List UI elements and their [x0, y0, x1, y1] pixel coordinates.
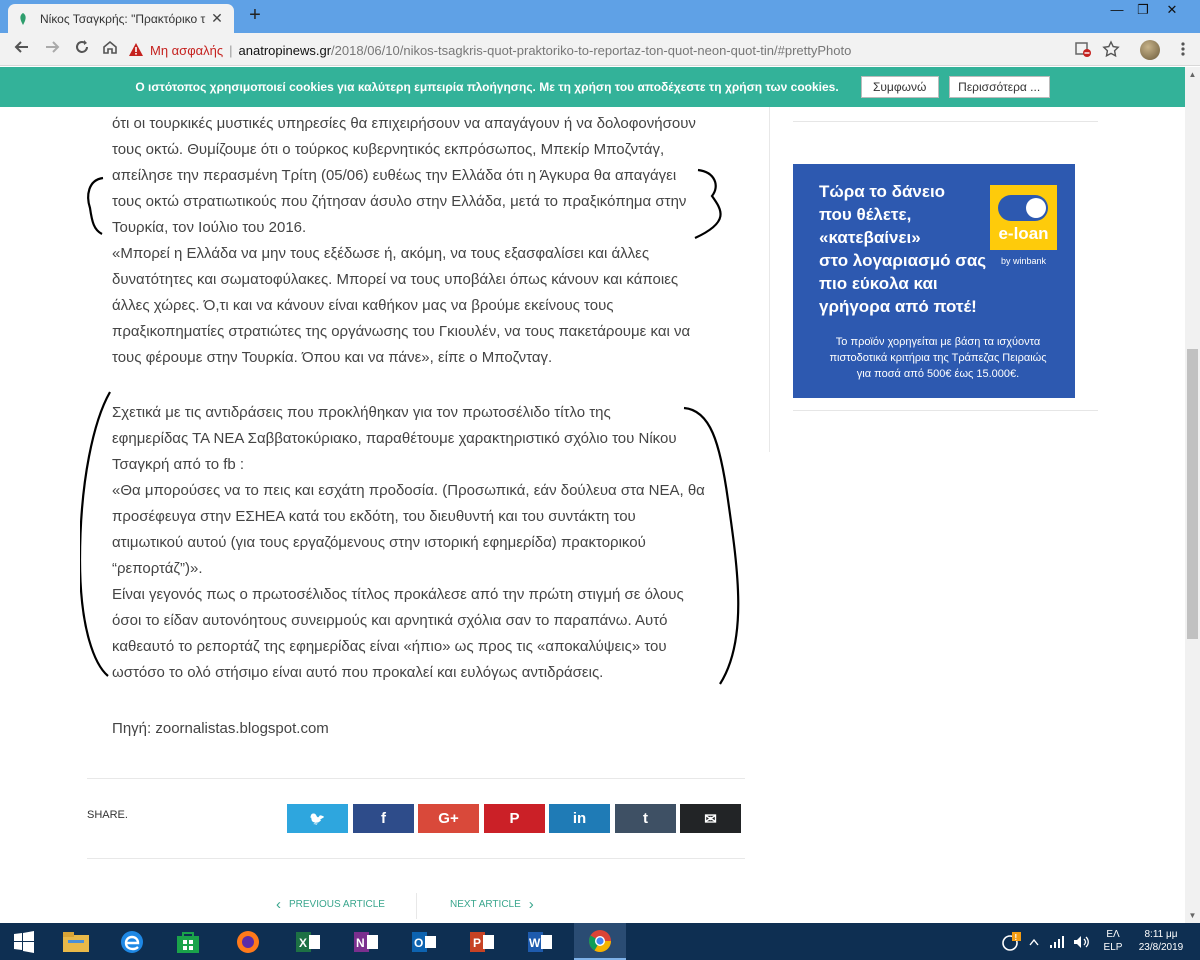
- chevron-right-icon: ›: [528, 896, 534, 913]
- share-label: SHARE.: [87, 809, 128, 821]
- address-bar[interactable]: Μη ασφαλής | anatropinews.gr /2018/06/10…: [128, 37, 1128, 63]
- google-plus-icon: G+: [438, 810, 459, 827]
- tab-strip: Νίκος Τσαγκρής: "Πρακτόρικο τ ✕ + — ❐ ✕: [0, 0, 1200, 33]
- email-icon: ✉: [704, 810, 717, 828]
- eloan-advertisement[interactable]: Τώρα το δάνειο που θέλετε, «κατεβαίνει» …: [793, 164, 1075, 398]
- eloan-logo-text: e-loan: [998, 224, 1049, 243]
- svg-text:P: P: [473, 936, 481, 950]
- word-icon[interactable]: W: [516, 923, 564, 960]
- tray-chevron-up-icon[interactable]: [1024, 923, 1044, 960]
- share-email-button[interactable]: ✉: [680, 804, 741, 833]
- share-divider-bottom: [87, 858, 745, 859]
- chevron-left-icon: ‹: [276, 896, 281, 913]
- forward-icon[interactable]: [40, 38, 64, 62]
- content-divider: [769, 107, 770, 452]
- menu-kebab-icon[interactable]: [1174, 40, 1194, 60]
- cookie-message: Ο ιστότοπος χρησιμοποιεί cookies για καλ…: [135, 80, 839, 94]
- warning-icon: [129, 43, 143, 56]
- cookie-more-button[interactable]: Περισσότερα ...: [948, 76, 1050, 98]
- svg-text:W: W: [529, 936, 541, 950]
- pinterest-icon: P: [509, 810, 520, 827]
- tab-close-icon[interactable]: ✕: [208, 10, 226, 27]
- ad-small-print: Το προϊόν χορηγείται με βάση τα ισχύοντα…: [829, 336, 1047, 380]
- network-icon[interactable]: [1046, 923, 1070, 960]
- cookie-consent-bar: Ο ιστότοπος χρησιμοποιεί cookies για καλ…: [0, 67, 1185, 107]
- facebook-icon: f: [381, 810, 386, 827]
- new-tab-button[interactable]: +: [244, 4, 266, 26]
- url-path: /2018/06/10/nikos-tsagkris-quot-praktori…: [331, 42, 852, 58]
- input-language[interactable]: ΕΛ ELP: [1100, 928, 1126, 954]
- powerpoint-icon[interactable]: P: [458, 923, 506, 960]
- scroll-down-icon[interactable]: ▼: [1185, 908, 1200, 923]
- share-facebook-button[interactable]: f: [353, 804, 414, 833]
- previous-article-link[interactable]: ‹ PREVIOUS ARTICLE: [276, 896, 385, 913]
- security-label[interactable]: Μη ασφαλής: [150, 43, 223, 58]
- file-explorer-icon[interactable]: [52, 923, 100, 960]
- address-separator: |: [229, 42, 233, 58]
- restore-icon[interactable]: ❐: [1127, 0, 1159, 22]
- browser-tab-active[interactable]: Νίκος Τσαγκρής: "Πρακτόρικο τ ✕: [8, 4, 234, 33]
- start-icon[interactable]: [0, 923, 48, 960]
- firefox-icon[interactable]: [224, 923, 272, 960]
- reload-icon[interactable]: [70, 38, 94, 62]
- handwritten-brackets: [80, 168, 740, 685]
- taskbar-clock[interactable]: 8:11 μμ 23/8/2019: [1130, 928, 1192, 954]
- next-article-link[interactable]: NEXT ARTICLE ›: [450, 896, 534, 913]
- page-scrollbar[interactable]: ▲ ▼: [1185, 67, 1200, 923]
- outlook-icon[interactable]: O: [400, 923, 448, 960]
- share-tumblr-button[interactable]: t: [615, 804, 676, 833]
- site-favicon-icon: [16, 12, 30, 26]
- cookie-accept-button[interactable]: Συμφωνώ: [860, 76, 939, 98]
- svg-text:!: !: [1015, 933, 1018, 942]
- chrome-icon[interactable]: [574, 923, 626, 960]
- scrollbar-thumb[interactable]: [1187, 349, 1198, 639]
- tab-title: Νίκος Τσαγκρής: "Πρακτόρικο τ: [40, 11, 206, 26]
- tumblr-icon: t: [643, 810, 648, 827]
- blocked-popup-icon[interactable]: [1074, 40, 1094, 60]
- svg-text:O: O: [414, 936, 423, 950]
- profile-avatar[interactable]: [1140, 40, 1160, 60]
- bookmark-star-icon[interactable]: [1102, 40, 1122, 60]
- sidebar-divider-top: [793, 121, 1098, 122]
- browser-window: Νίκος Τσαγκρής: "Πρακτόρικο τ ✕ + — ❐ ✕ …: [0, 0, 1200, 960]
- svg-text:X: X: [299, 936, 307, 950]
- close-window-icon[interactable]: ✕: [1156, 0, 1188, 22]
- share-pinterest-button[interactable]: P: [484, 804, 545, 833]
- share-divider-top: [87, 778, 745, 779]
- share-linkedin-button[interactable]: in: [549, 804, 610, 833]
- home-icon[interactable]: [98, 38, 122, 62]
- excel-icon[interactable]: X: [284, 923, 332, 960]
- notification-alert-icon[interactable]: !: [996, 923, 1026, 960]
- onenote-icon[interactable]: N: [342, 923, 390, 960]
- twitter-icon: 🐦: [309, 810, 326, 826]
- scroll-up-icon[interactable]: ▲: [1185, 67, 1200, 82]
- share-google-plus-button[interactable]: G+: [418, 804, 479, 833]
- share-twitter-button[interactable]: 🐦: [287, 804, 348, 833]
- store-icon[interactable]: [164, 923, 212, 960]
- volume-icon[interactable]: [1070, 923, 1094, 960]
- ad-headline: Τώρα το δάνειο που θέλετε, «κατεβαίνει» …: [819, 182, 987, 316]
- svg-text:N: N: [356, 936, 365, 950]
- article-nav-divider: [416, 893, 417, 919]
- article-source: Πηγή: zoornalistas.blogspot.com: [112, 720, 329, 737]
- toggle-switch-icon: [998, 195, 1048, 221]
- article-line: ότι οι τουρκικές μυστικές υπηρεσίες θα ε…: [112, 115, 696, 132]
- eloan-logo: e-loan by winbank: [990, 185, 1057, 272]
- browser-toolbar: Μη ασφαλής | anatropinews.gr /2018/06/10…: [0, 33, 1200, 66]
- back-icon[interactable]: [10, 38, 34, 62]
- edge-icon[interactable]: [108, 923, 156, 960]
- url-domain: anatropinews.gr: [238, 42, 332, 58]
- sidebar-divider-bottom: [793, 410, 1098, 411]
- winbank-logo-text: by winbank: [990, 250, 1057, 272]
- linkedin-icon: in: [572, 810, 587, 827]
